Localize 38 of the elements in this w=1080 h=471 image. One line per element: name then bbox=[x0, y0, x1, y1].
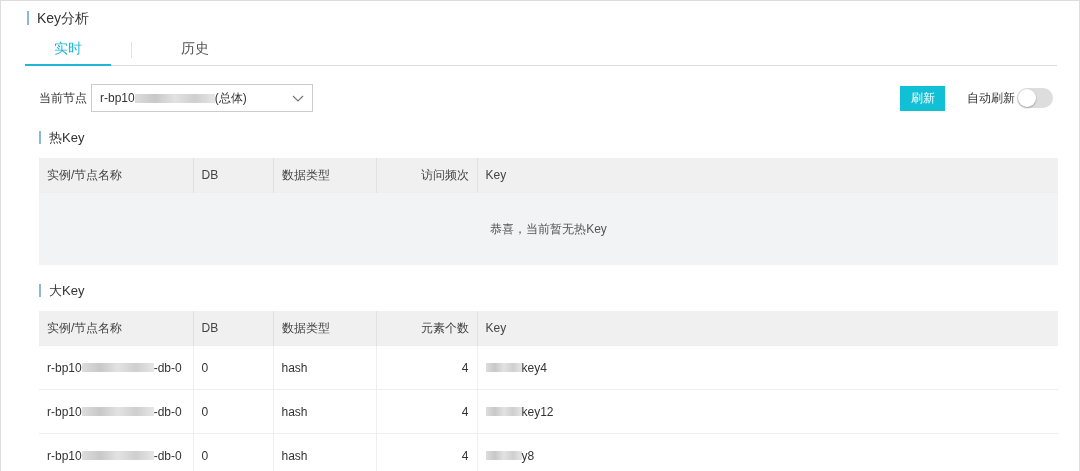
table-cell: key4 bbox=[477, 345, 1058, 390]
auto-refresh-toggle[interactable] bbox=[1017, 88, 1053, 108]
section-title: 热Key bbox=[39, 131, 85, 144]
node-select[interactable]: r-bp10 (总体) bbox=[91, 84, 313, 112]
redaction-mark bbox=[485, 362, 522, 372]
page-title: Key分析 bbox=[27, 11, 90, 25]
tab[interactable]: 历史 bbox=[152, 40, 238, 66]
table-cell: hash bbox=[273, 345, 376, 390]
table-cell: r-bp10 -db-0 bbox=[39, 345, 193, 390]
table-cell: r-bp10 -db-0 bbox=[39, 433, 193, 471]
table-cell: y8 bbox=[477, 433, 1058, 471]
empty-message: 恭喜，当前暂无热Key bbox=[39, 192, 1058, 265]
table-cell: 4 bbox=[376, 389, 477, 434]
node-label: 当前节点 bbox=[39, 89, 87, 107]
column-header: 访问频次 bbox=[376, 158, 477, 193]
column-header: 数据类型 bbox=[273, 158, 376, 193]
table-cell: r-bp10 -db-0 bbox=[39, 389, 193, 434]
chevron-down-icon bbox=[292, 94, 304, 102]
table-cell: hash bbox=[273, 433, 376, 471]
column-header: DB bbox=[193, 311, 273, 346]
table-cell: 0 bbox=[193, 345, 273, 390]
table-cell: hash bbox=[273, 389, 376, 434]
column-header: Key bbox=[477, 158, 1058, 193]
table-cell: 4 bbox=[376, 345, 477, 390]
table-cell: 4 bbox=[376, 433, 477, 471]
column-header: 数据类型 bbox=[273, 311, 376, 346]
redaction-mark bbox=[485, 406, 522, 416]
column-header: DB bbox=[193, 158, 273, 193]
auto-refresh-label: 自动刷新 bbox=[967, 89, 1015, 107]
table-cell: 0 bbox=[193, 389, 273, 434]
column-header: Key bbox=[477, 311, 1058, 346]
section-title: 大Key bbox=[39, 284, 85, 297]
table-cell: key12 bbox=[477, 389, 1058, 434]
redaction-mark bbox=[485, 450, 522, 460]
column-header: 元素个数 bbox=[376, 311, 477, 346]
table-cell: 0 bbox=[193, 433, 273, 471]
column-header: 实例/节点名称 bbox=[39, 311, 193, 346]
column-header: 实例/节点名称 bbox=[39, 158, 193, 193]
